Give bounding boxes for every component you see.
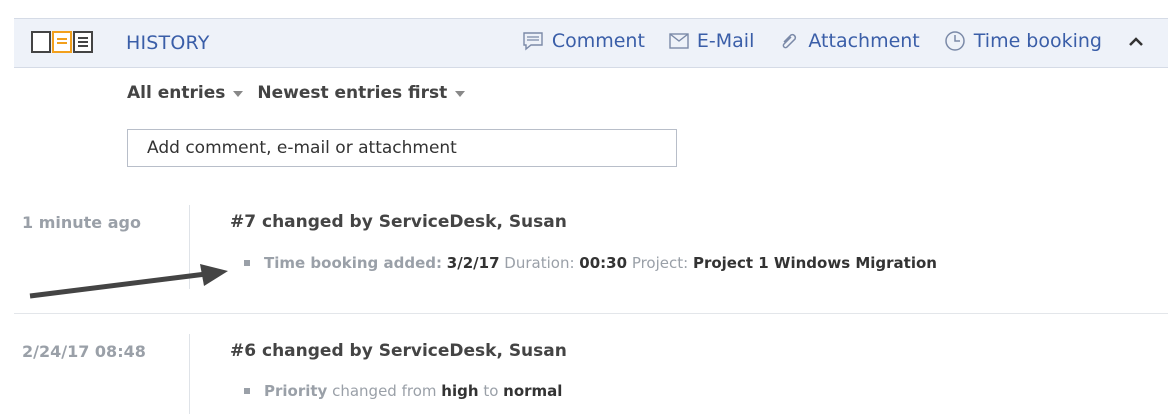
duration-value: 00:30 <box>579 254 628 272</box>
add-comment-input[interactable] <box>127 129 677 167</box>
entry-title: #7 changed by ServiceDesk, Susan <box>230 212 567 232</box>
comment-button[interactable]: Comment <box>522 30 645 52</box>
history-title: HISTORY <box>126 32 210 54</box>
clock-icon <box>945 31 965 51</box>
entry-detail: Time booking added: 3/2/17 Duration: 00:… <box>244 254 937 272</box>
layout-lines-icon[interactable] <box>52 31 72 53</box>
attachment-label: Attachment <box>808 30 920 52</box>
project-link[interactable]: Project 1 Windows Migration <box>693 254 937 272</box>
attachment-button[interactable]: Attachment <box>778 30 920 52</box>
email-button[interactable]: E-Mail <box>669 30 754 52</box>
time-booking-label: Time booking <box>973 30 1102 52</box>
entries-filter-label: All entries <box>127 83 226 103</box>
bullet <box>244 388 250 394</box>
old-value: high <box>441 382 479 400</box>
layout-switcher <box>31 31 93 53</box>
sort-order-dropdown[interactable]: Newest entries first <box>257 83 466 103</box>
sort-order-label: Newest entries first <box>257 83 448 103</box>
time-booking-button[interactable]: Time booking <box>944 30 1102 52</box>
entry-time: 2/24/17 08:48 <box>22 342 146 361</box>
new-value: normal <box>503 382 563 400</box>
layout-single-icon[interactable] <box>31 31 51 53</box>
email-label: E-Mail <box>696 30 755 52</box>
entry-title: #6 changed by ServiceDesk, Susan <box>230 341 567 361</box>
chevron-down-icon <box>233 91 244 97</box>
detail-field: Priority <box>264 382 328 400</box>
annotation-arrow <box>29 264 228 299</box>
envelope-icon <box>669 33 689 49</box>
duration-label: Duration: <box>504 254 575 272</box>
chevron-down-icon <box>455 91 466 97</box>
history-actions: Comment E-Mail Attachment Time booking <box>498 30 1152 52</box>
entry-time: 1 minute ago <box>22 213 141 232</box>
entry-detail: Priority changed from high to normal <box>244 382 562 400</box>
history-filters: All entries Newest entries first <box>127 83 479 103</box>
entry-separator <box>14 313 1168 314</box>
comment-icon <box>523 32 543 51</box>
to-text: to <box>483 382 499 400</box>
chevron-up-icon <box>1129 37 1143 46</box>
layout-list-icon[interactable] <box>73 31 93 53</box>
comment-label: Comment <box>551 30 645 52</box>
project-label: Project: <box>631 254 689 272</box>
detail-label: Time booking added: <box>264 254 443 272</box>
changed-from-text: changed from <box>332 382 437 400</box>
paperclip-icon <box>783 33 797 49</box>
collapse-button[interactable] <box>1128 35 1152 47</box>
entries-filter-dropdown[interactable]: All entries <box>127 83 244 103</box>
detail-date: 3/2/17 <box>446 254 500 272</box>
history-header: HISTORY Comment E-Mail Attachment Time b… <box>14 18 1168 68</box>
entry-divider <box>189 334 190 414</box>
